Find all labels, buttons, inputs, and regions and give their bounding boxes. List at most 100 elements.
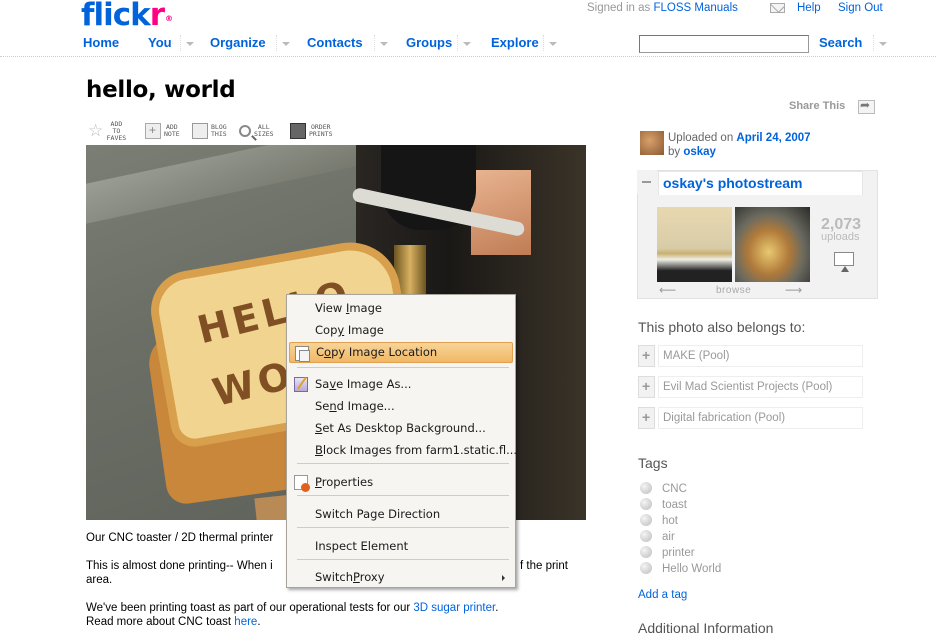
menu-label: d Image... bbox=[336, 399, 395, 413]
browse-prev-arrow-icon[interactable]: ⟵ bbox=[659, 284, 676, 296]
tag-item[interactable]: CNC bbox=[640, 482, 687, 495]
uploads-label: uploads bbox=[821, 231, 860, 243]
description-line: Our CNC toaster / 2D thermal printer bbox=[86, 532, 274, 544]
owner-avatar[interactable] bbox=[640, 131, 664, 155]
submenu-arrow-icon bbox=[502, 575, 505, 581]
nav-organize[interactable]: Organize bbox=[210, 35, 266, 50]
tag-label[interactable]: Hello World bbox=[662, 563, 721, 575]
nav-home[interactable]: Home bbox=[83, 35, 119, 50]
menu-label: roperties bbox=[321, 475, 374, 489]
add-tag-link[interactable]: Add a tag bbox=[638, 589, 687, 601]
search-dropdown-arrow[interactable] bbox=[873, 35, 887, 51]
globe-icon[interactable] bbox=[640, 530, 652, 542]
add-note-button[interactable]: ADDNOTE bbox=[145, 120, 180, 142]
photostream-title[interactable]: oskay's photostream bbox=[663, 175, 803, 191]
photostream-thumbnail[interactable] bbox=[657, 207, 732, 282]
menu-switchproxy[interactable]: SwitchProxy bbox=[289, 567, 513, 588]
menu-copy-image[interactable]: Copy Image bbox=[289, 320, 513, 341]
menu-accesskey: n bbox=[329, 399, 337, 413]
menu-label: Cop bbox=[315, 323, 338, 337]
globe-icon[interactable] bbox=[640, 562, 652, 574]
menu-label: e Image As... bbox=[336, 377, 412, 391]
menu-inspect-element[interactable]: Inspect Element bbox=[289, 536, 513, 557]
tag-item[interactable]: toast bbox=[640, 498, 687, 511]
photo-title: hello, world bbox=[86, 77, 236, 103]
expand-plus-icon[interactable] bbox=[638, 376, 655, 398]
order-prints-button[interactable]: ORDER PRINTS bbox=[290, 120, 332, 142]
nav-you-dropdown-arrow[interactable] bbox=[180, 35, 194, 51]
menu-save-image-as[interactable]: Save Image As... bbox=[289, 374, 513, 395]
flickr-logo[interactable]: flickr® bbox=[81, 0, 173, 31]
all-sizes-button[interactable]: ALL SIZES bbox=[239, 120, 274, 142]
description-paragraph: We've been printing toast as part of our… bbox=[86, 601, 498, 629]
menu-send-image[interactable]: Send Image... bbox=[289, 396, 513, 417]
menu-switch-page-direction[interactable]: Switch Page Direction bbox=[289, 504, 513, 525]
pool-item[interactable]: MAKE (Pool) bbox=[658, 345, 863, 367]
envelope-icon[interactable] bbox=[770, 3, 785, 13]
upload-date-link[interactable]: April 24, 2007 bbox=[736, 132, 810, 144]
save-icon bbox=[294, 377, 308, 392]
browse-next-arrow-icon[interactable]: ⟶ bbox=[785, 284, 802, 296]
sugar-printer-link[interactable]: 3D sugar printer bbox=[413, 602, 495, 614]
tag-item[interactable]: Hello World bbox=[640, 562, 721, 575]
menu-label: Sa bbox=[315, 377, 330, 391]
tag-label[interactable]: air bbox=[662, 531, 675, 543]
share-arrow-icon[interactable] bbox=[858, 98, 875, 114]
here-link[interactable]: here bbox=[234, 616, 257, 628]
menu-label: et As Desktop Background... bbox=[322, 421, 486, 435]
menu-properties[interactable]: Properties bbox=[289, 472, 513, 493]
description-text: Read more about CNC toast bbox=[86, 616, 235, 628]
nav-explore-dropdown-arrow[interactable] bbox=[543, 35, 557, 51]
nav-groups[interactable]: Groups bbox=[406, 35, 452, 50]
menu-view-image[interactable]: View Image bbox=[289, 298, 513, 319]
tag-label[interactable]: CNC bbox=[662, 483, 687, 495]
share-this-link[interactable]: Share This bbox=[789, 100, 845, 112]
collapse-minus-icon[interactable] bbox=[637, 170, 657, 194]
tag-label[interactable]: printer bbox=[662, 547, 695, 559]
tool-label: SIZES bbox=[254, 130, 274, 138]
menu-label: Switch bbox=[315, 570, 354, 584]
sign-out-link[interactable]: Sign Out bbox=[838, 2, 883, 14]
tag-label[interactable]: hot bbox=[662, 515, 678, 527]
tag-item[interactable]: air bbox=[640, 530, 675, 543]
menu-set-desktop-background[interactable]: Set As Desktop Background... bbox=[289, 418, 513, 439]
photostream-thumbnail[interactable] bbox=[735, 207, 810, 282]
tag-item[interactable]: printer bbox=[640, 546, 695, 559]
description-line-tail: f the print bbox=[520, 560, 568, 572]
search-input[interactable] bbox=[639, 35, 809, 53]
signed-in-user-link[interactable]: FLOSS Manuals bbox=[654, 2, 738, 14]
menu-label: Image bbox=[344, 323, 384, 337]
nav-contacts-dropdown-arrow[interactable] bbox=[374, 35, 388, 51]
globe-icon[interactable] bbox=[640, 498, 652, 510]
expand-plus-icon[interactable] bbox=[638, 345, 655, 367]
pool-item[interactable]: Digital fabrication (Pool) bbox=[658, 407, 863, 429]
nav-explore[interactable]: Explore bbox=[491, 35, 539, 50]
slideshow-icon[interactable] bbox=[834, 252, 854, 272]
menu-copy-image-location[interactable]: Copy Image Location bbox=[289, 342, 513, 363]
owner-link[interactable]: oskay bbox=[683, 146, 716, 158]
expand-plus-icon[interactable] bbox=[638, 407, 655, 429]
globe-icon[interactable] bbox=[640, 482, 652, 494]
globe-icon[interactable] bbox=[640, 546, 652, 558]
nav-organize-dropdown-arrow[interactable] bbox=[276, 35, 290, 51]
menu-label: lock Images from farm1.static.fl... bbox=[322, 443, 518, 457]
search-button[interactable]: Search bbox=[819, 35, 862, 50]
tag-item[interactable]: hot bbox=[640, 514, 678, 527]
tag-label[interactable]: toast bbox=[662, 499, 687, 511]
description-text: . bbox=[257, 616, 261, 628]
tool-label: FAVES bbox=[106, 133, 127, 142]
blog-this-button[interactable]: BLOG THIS bbox=[192, 120, 227, 142]
add-to-faves-button[interactable]: ☆ ADD TO FAVES bbox=[88, 120, 127, 142]
nav-contacts[interactable]: Contacts bbox=[307, 35, 363, 50]
uploaded-prefix: Uploaded on bbox=[668, 132, 737, 144]
magnifier-icon bbox=[239, 125, 251, 137]
menu-block-images[interactable]: Block Images from farm1.static.fl... bbox=[289, 440, 517, 461]
tool-label: THIS bbox=[211, 130, 227, 138]
menu-label: Inspect Element bbox=[315, 539, 409, 553]
properties-icon bbox=[294, 475, 310, 492]
nav-groups-dropdown-arrow[interactable] bbox=[457, 35, 471, 51]
globe-icon[interactable] bbox=[640, 514, 652, 526]
nav-you[interactable]: You bbox=[148, 35, 172, 50]
pool-item[interactable]: Evil Mad Scientist Projects (Pool) bbox=[658, 376, 863, 398]
help-link[interactable]: Help bbox=[797, 2, 821, 14]
